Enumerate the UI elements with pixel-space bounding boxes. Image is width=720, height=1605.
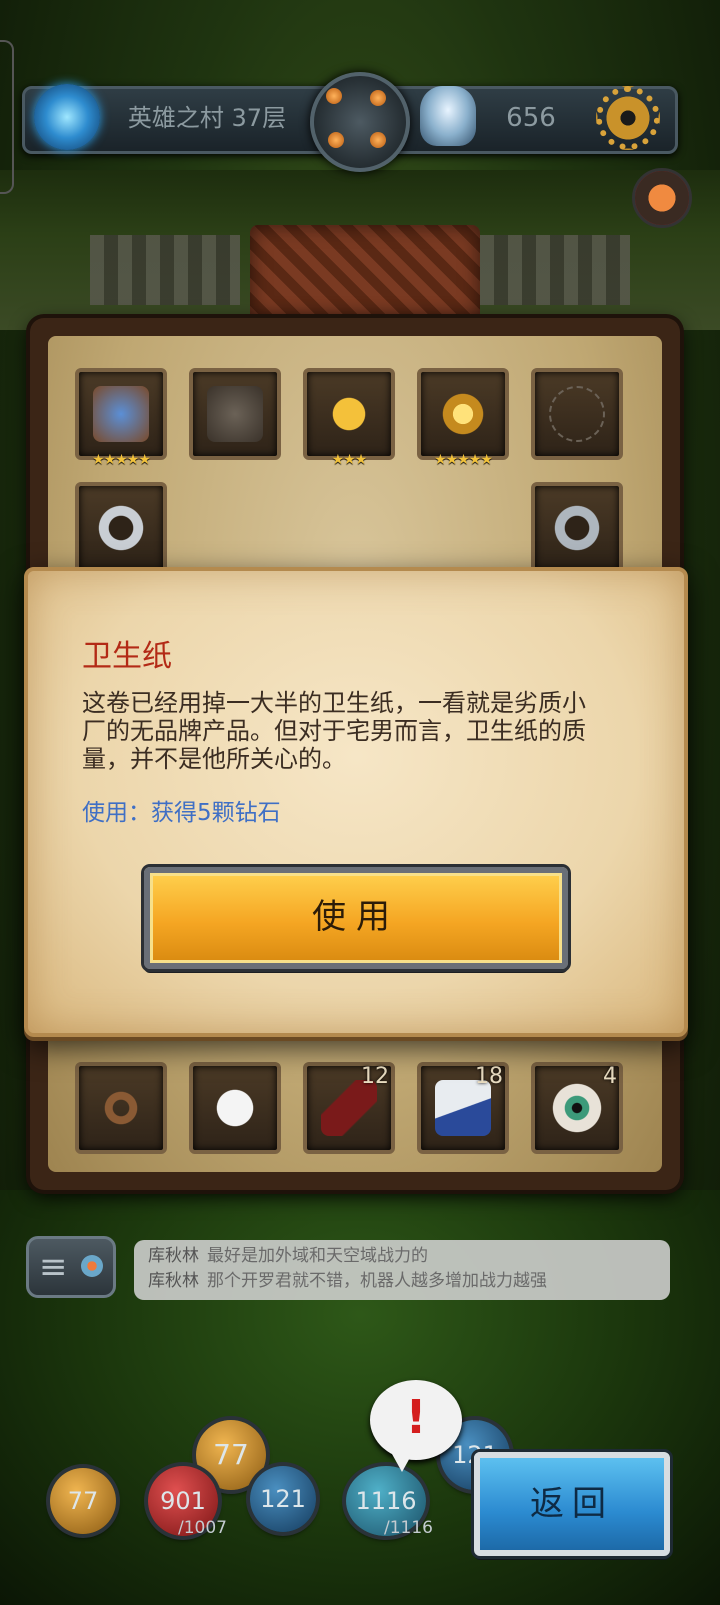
armor-silhouette-icon bbox=[207, 386, 263, 442]
item-title: 卫生纸 bbox=[82, 639, 172, 674]
inventory-slot[interactable]: ★★★ bbox=[303, 368, 395, 468]
inventory-slot[interactable] bbox=[189, 368, 281, 460]
hud-mana-max: /1116 bbox=[384, 1518, 433, 1538]
chat-line: 库秋林 那个开罗君就不错，机器人越多增加战力越强 bbox=[148, 1269, 656, 1294]
necklace-silhouette-icon bbox=[549, 386, 605, 442]
medal-icon[interactable] bbox=[310, 72, 410, 172]
alert-bubble[interactable]: ! bbox=[370, 1380, 462, 1472]
item-count: 4 bbox=[603, 1064, 617, 1089]
use-button-label: 使用 bbox=[312, 897, 400, 937]
return-button-label: 返回 bbox=[530, 1484, 614, 1524]
hud-orb-attack[interactable]: 121 bbox=[250, 1466, 316, 1532]
gear-icon[interactable] bbox=[596, 86, 660, 150]
chat-message: 那个开罗君就不错，机器人越多增加战力越强 bbox=[207, 1271, 547, 1291]
level-label: 英雄之村 37层 bbox=[127, 104, 287, 132]
chat-speaker: 库秋林 bbox=[148, 1271, 199, 1291]
side-tab[interactable] bbox=[0, 40, 14, 194]
chat-log[interactable]: 库秋林 最好是加外域和天空域战力的 库秋林 那个开罗君就不错，机器人越多增加战力越强 bbox=[134, 1240, 670, 1300]
inventory-slot[interactable]: 4 bbox=[531, 1062, 623, 1154]
eyeball-icon bbox=[549, 1080, 605, 1136]
chat-line: 库秋林 最好是加外域和天空域战力的 bbox=[148, 1244, 656, 1269]
house-roof bbox=[250, 225, 480, 320]
golden-wings-icon bbox=[321, 386, 377, 442]
return-button[interactable]: 返回 bbox=[474, 1452, 670, 1556]
fence-right bbox=[480, 235, 630, 305]
whip-icon bbox=[93, 1080, 149, 1136]
inventory-slot[interactable] bbox=[75, 1062, 167, 1154]
inventory-slot[interactable]: 12 bbox=[303, 1062, 395, 1154]
alert-icon: ! bbox=[405, 1390, 427, 1444]
avatar-icon[interactable] bbox=[632, 168, 692, 228]
bracer-icon bbox=[93, 386, 149, 442]
silver-bracelet-icon bbox=[93, 500, 149, 556]
hud-hp-max: /1007 bbox=[178, 1518, 227, 1538]
item-count: 12 bbox=[361, 1064, 389, 1089]
chat-toggle-button[interactable] bbox=[26, 1236, 116, 1298]
hud-orb-level[interactable]: 77 bbox=[50, 1468, 116, 1534]
chat-speaker: 库秋林 bbox=[148, 1246, 199, 1266]
inventory-slot[interactable] bbox=[531, 368, 623, 460]
portal-icon[interactable] bbox=[34, 84, 100, 150]
trophy-icon bbox=[420, 86, 476, 146]
silver-ring-icon bbox=[549, 500, 605, 556]
use-button[interactable]: 使用 bbox=[144, 867, 568, 969]
chat-message: 最好是加外域和天空域战力的 bbox=[207, 1246, 428, 1266]
item-count: 18 bbox=[475, 1064, 503, 1089]
inventory-slot[interactable]: ★★★★★ bbox=[417, 368, 509, 468]
score-value: 656 bbox=[506, 103, 556, 133]
item-description: 这卷已经用掉一大半的卫生纸，一看就是劣质小厂的无品牌产品。但对于宅男而言，卫生纸… bbox=[82, 689, 586, 773]
inventory-slot[interactable]: ★ bbox=[75, 482, 167, 582]
lantern-icon bbox=[435, 386, 491, 442]
fence-left bbox=[90, 235, 240, 305]
inventory-slot[interactable]: ★★★★★ bbox=[75, 368, 167, 468]
toilet-paper-icon bbox=[207, 1080, 263, 1136]
inventory-slot[interactable] bbox=[189, 1062, 281, 1154]
inventory-slot[interactable]: ★★ bbox=[531, 482, 623, 582]
star-rating: ★★★★★ bbox=[434, 452, 493, 468]
item-detail-dialog: 卫生纸 这卷已经用掉一大半的卫生纸，一看就是劣质小厂的无品牌产品。但对于宅男而言… bbox=[24, 567, 688, 1037]
item-use-effect: 使用：获得5颗钻石 bbox=[82, 800, 281, 826]
star-rating: ★★★ bbox=[331, 452, 368, 468]
star-rating: ★★★★★ bbox=[92, 452, 151, 468]
inventory-slot[interactable]: 18 bbox=[417, 1062, 509, 1154]
